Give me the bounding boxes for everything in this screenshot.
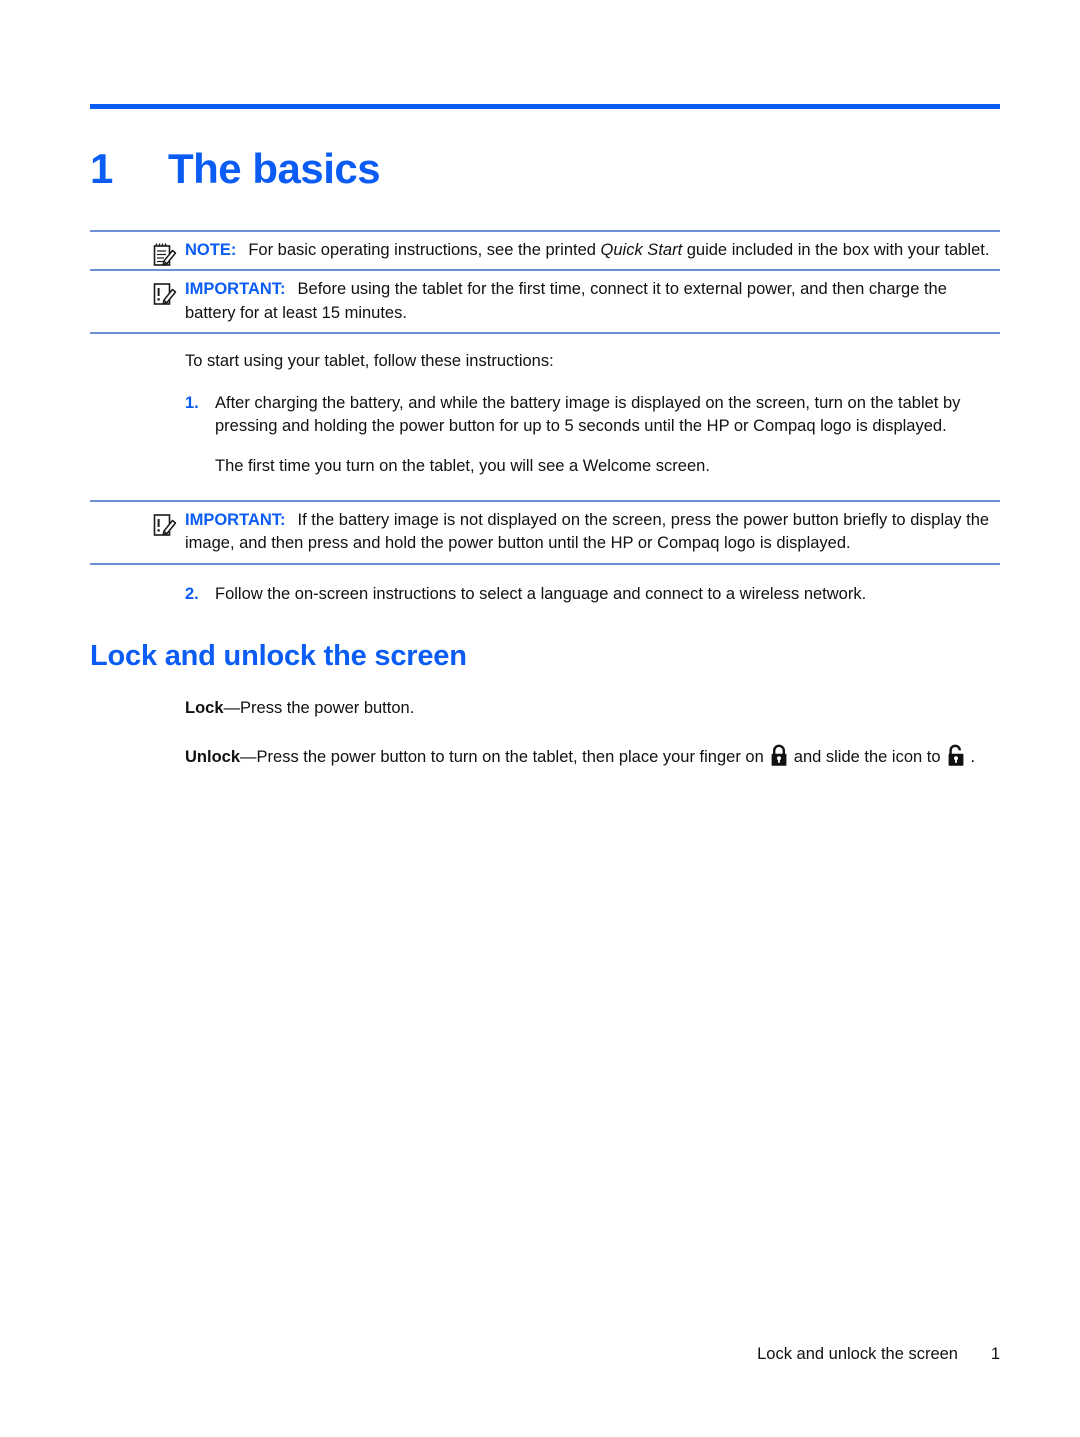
footer-page-number: 1	[990, 1345, 1000, 1363]
lock-definition: Lock—Press the power button.	[185, 696, 1000, 722]
important-callout-1-text: IMPORTANT: Before using the tablet for th…	[185, 278, 1000, 325]
important-2-label: IMPORTANT:	[185, 510, 286, 529]
important-callout-2-text: IMPORTANT: If the battery image is not di…	[185, 509, 1000, 556]
important-pad-pencil-icon	[152, 512, 178, 538]
note-callout-text: NOTE: For basic operating instructions, s…	[185, 239, 1000, 262]
padlock-open-icon	[946, 743, 966, 767]
list-item: 1. After charging the battery, and while…	[90, 392, 1000, 439]
section-heading-lock-and-unlock: Lock and unlock the screen	[90, 640, 467, 673]
unlock-term: Unlock	[185, 748, 241, 767]
important-callout-2: IMPORTANT: If the battery image is not di…	[90, 499, 1000, 565]
document-body: NOTE: For basic operating instructions, s…	[90, 230, 1000, 771]
unlock-description-part-1: —Press the power button to turn on the t…	[240, 748, 764, 767]
important-1-label: IMPORTANT:	[185, 280, 286, 299]
important-pad-pencil-icon	[152, 281, 178, 307]
callout-group-top: NOTE: For basic operating instructions, s…	[90, 230, 1000, 335]
list-item: 2. Follow the on-screen instructions to …	[90, 583, 1000, 606]
page-footer: Lock and unlock the screen 1	[90, 1345, 1000, 1364]
chapter-number: 1	[90, 145, 113, 193]
document-page: 1 The basics NOTE: For basic operating i…	[0, 0, 1080, 1437]
chapter-title-text: The basics	[168, 145, 381, 193]
note-italic-title: Quick Start	[600, 241, 683, 259]
instruction-list-part-2: 2. Follow the on-screen instructions to …	[90, 583, 1000, 606]
instructions-lead-in: To start using your tablet, follow these…	[185, 352, 554, 371]
note-text-before: For basic operating instructions, see th…	[248, 241, 601, 259]
unlock-description-part-3: .	[970, 748, 976, 767]
note-text-after: guide included in the box with your tabl…	[682, 241, 990, 259]
step-1-follow-up: The first time you turn on the tablet, y…	[215, 456, 710, 475]
note-callout: NOTE: For basic operating instructions, s…	[90, 230, 1000, 269]
note-label: NOTE:	[185, 241, 237, 259]
note-pad-pencil-icon	[152, 242, 178, 268]
callout-group-middle: IMPORTANT: If the battery image is not di…	[90, 499, 1000, 565]
lock-description: —Press the power button.	[223, 698, 415, 717]
page-title: 1 The basics	[90, 145, 1000, 193]
footer-running-head: Lock and unlock the screen	[757, 1345, 958, 1363]
unlock-description-part-2: and slide the icon to	[793, 748, 941, 767]
lock-term: Lock	[185, 698, 224, 717]
important-2-text: If the battery image is not displayed on…	[185, 510, 990, 553]
list-item-text: Follow the on-screen instructions to sel…	[215, 584, 867, 603]
important-callout-1: IMPORTANT: Before using the tablet for th…	[90, 269, 1000, 335]
chapter-title-rule	[90, 104, 1000, 109]
unlock-definition: Unlock—Press the power button to turn on…	[185, 743, 1000, 771]
list-item-text: After charging the battery, and while th…	[215, 393, 961, 436]
list-marker: 1.	[185, 393, 199, 412]
list-marker: 2.	[185, 584, 199, 603]
padlock-closed-icon	[769, 743, 789, 767]
important-1-text: Before using the tablet for the first ti…	[185, 280, 947, 322]
instruction-list-part-1: 1. After charging the battery, and while…	[90, 392, 1000, 439]
